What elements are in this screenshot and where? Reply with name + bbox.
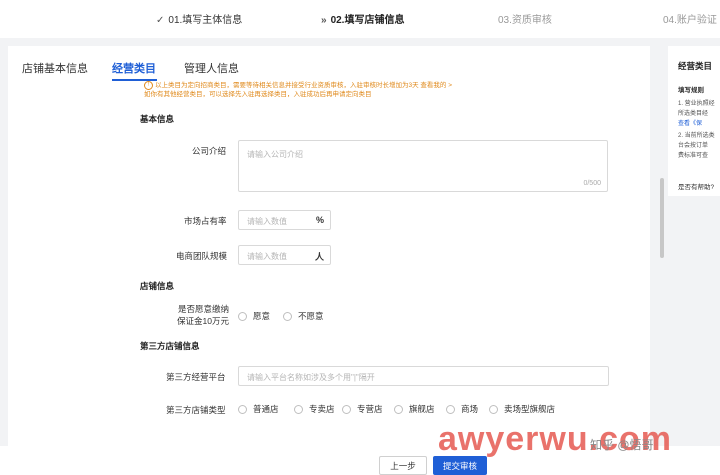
- rules-side-panel: 经营类目 填写规则 1. 营业执照经 所选类目经 查看《保 2. 当前所选类 台…: [668, 46, 720, 196]
- section-title-third-party: 第三方店铺信息: [140, 341, 200, 351]
- section-title-basic-info: 基本信息: [140, 114, 175, 124]
- progress-stepper: ✓ 01.填写主体信息 » 02.填写店铺信息 03.资质审核 04.账户验证: [0, 0, 720, 38]
- deposit-label-line-1: 是否愿意缴纳: [177, 304, 229, 314]
- side-rule-line-1: 1. 营业执照经: [678, 101, 715, 107]
- double-chevron-icon: »: [321, 15, 327, 26]
- tab-business-category[interactable]: 经营类目: [112, 60, 156, 76]
- step-3-label: 03.资质审核: [498, 15, 552, 26]
- notice-line-1: 以上类目为定向招商类目，需要等待相关信息并接受行业资质审核，入驻审核时长增加为3…: [155, 82, 453, 90]
- deposit-no-label: 不愿意: [298, 311, 324, 321]
- percent-suffix: %: [315, 215, 324, 225]
- store-type-label-mall: 商场: [461, 404, 479, 414]
- team-size-placeholder: 请输入数值: [247, 252, 287, 261]
- store-type-label-flagship: 旗舰店: [409, 404, 435, 414]
- market-share-placeholder: 请输入数值: [247, 217, 287, 226]
- tab-manager-info[interactable]: 管理人信息: [184, 60, 239, 76]
- team-size-label: 电商团队规模: [176, 251, 228, 261]
- check-icon: ✓: [156, 15, 165, 26]
- radio-circle: [489, 404, 498, 414]
- side-helpful-question[interactable]: 是否有帮助?: [678, 181, 714, 191]
- side-rule-line-3: 2. 当前所选类: [678, 133, 715, 139]
- platform-placeholder: 请输入平台名称如涉及多个用"|"隔开: [247, 373, 375, 382]
- previous-step-button[interactable]: 上一步: [379, 456, 427, 475]
- watermark-author: 知乎 @悟哥: [590, 438, 654, 452]
- step-1: ✓ 01.填写主体信息: [156, 11, 242, 26]
- step-4-label: 04.账户验证: [663, 15, 717, 26]
- store-type-radio-mall-flagship[interactable]: 卖场型旗舰店: [489, 403, 555, 415]
- step-2: » 02.填写店铺信息: [321, 11, 404, 26]
- radio-circle: [446, 404, 455, 414]
- step-4: 04.账户验证: [663, 11, 717, 26]
- store-type-label-specialty: 专营店: [357, 404, 383, 414]
- market-share-label: 市场占有率: [184, 216, 227, 226]
- char-counter: 0/500: [583, 180, 601, 187]
- radio-circle: [342, 404, 351, 414]
- section-title-store-info: 店铺信息: [140, 281, 175, 291]
- radio-circle: [238, 404, 247, 414]
- market-share-input[interactable]: 请输入数值 %: [238, 210, 331, 230]
- main-form-card: 店铺基本信息 经营类目 管理人信息 ! 以上类目为定向招商类目，需要等待相关信息并…: [8, 46, 650, 446]
- side-rule-line-2: 所选类目经: [678, 111, 709, 117]
- radio-circle: [294, 404, 303, 414]
- deposit-label-line-2: 保证金10万元: [177, 316, 229, 326]
- step-3: 03.资质审核: [498, 11, 552, 26]
- store-type-radio-exclusive[interactable]: 专卖店: [294, 403, 335, 415]
- company-intro-label: 公司介绍: [192, 146, 227, 156]
- store-type-label: 第三方店铺类型: [166, 405, 226, 415]
- store-type-radio-mall[interactable]: 商场: [446, 403, 478, 415]
- step-1-label: 01.填写主体信息: [168, 15, 243, 26]
- deposit-yes-label: 愿意: [253, 311, 271, 321]
- notice-line-2: 如你有其他经营类目，可以选择先入驻再选择类目，入驻成功后再申请定向类目: [144, 91, 372, 99]
- team-size-input[interactable]: 请输入数值 人: [238, 245, 331, 265]
- step-2-label: 02.填写店铺信息: [330, 15, 405, 26]
- platform-label: 第三方经营平台: [166, 372, 226, 382]
- side-rule-link[interactable]: 查看《保: [678, 118, 702, 127]
- scrollbar-thumb[interactable]: [660, 178, 664, 258]
- radio-circle: [283, 311, 292, 321]
- store-type-radio-regular[interactable]: 普通店: [238, 403, 279, 415]
- company-intro-placeholder: 请输入公司介绍: [247, 150, 303, 159]
- radio-circle: [238, 311, 247, 321]
- deposit-label: 是否愿意缴纳 保证金10万元: [174, 303, 229, 327]
- store-type-label-regular: 普通店: [253, 404, 279, 414]
- store-type-label-exclusive: 专卖店: [309, 404, 335, 414]
- warning-icon: !: [144, 81, 153, 90]
- radio-circle: [394, 404, 403, 414]
- category-notice: ! 以上类目为定向招商类目，需要等待相关信息并接受行业资质审核，入驻审核时长增加为…: [144, 81, 524, 99]
- deposit-no-radio[interactable]: 不愿意: [283, 310, 324, 322]
- person-suffix: 人: [314, 252, 324, 262]
- store-type-label-mall-flagship: 卖场型旗舰店: [504, 404, 556, 414]
- side-rule-line-5: 费标准可查: [678, 153, 709, 159]
- store-type-radio-flagship[interactable]: 旗舰店: [394, 403, 435, 415]
- side-rule-line-4: 台会按订单: [678, 143, 709, 149]
- side-panel-title: 经营类目: [678, 61, 713, 71]
- side-panel-subtitle: 填写规则: [678, 87, 704, 94]
- company-intro-textarea[interactable]: 请输入公司介绍 0/500: [238, 140, 608, 192]
- store-type-radio-specialty[interactable]: 专营店: [342, 403, 383, 415]
- deposit-yes-radio[interactable]: 愿意: [238, 310, 270, 322]
- platform-input[interactable]: 请输入平台名称如涉及多个用"|"隔开: [238, 366, 609, 386]
- tab-store-basic-info[interactable]: 店铺基本信息: [22, 60, 88, 76]
- tab-bar: 店铺基本信息 经营类目 管理人信息: [8, 46, 650, 81]
